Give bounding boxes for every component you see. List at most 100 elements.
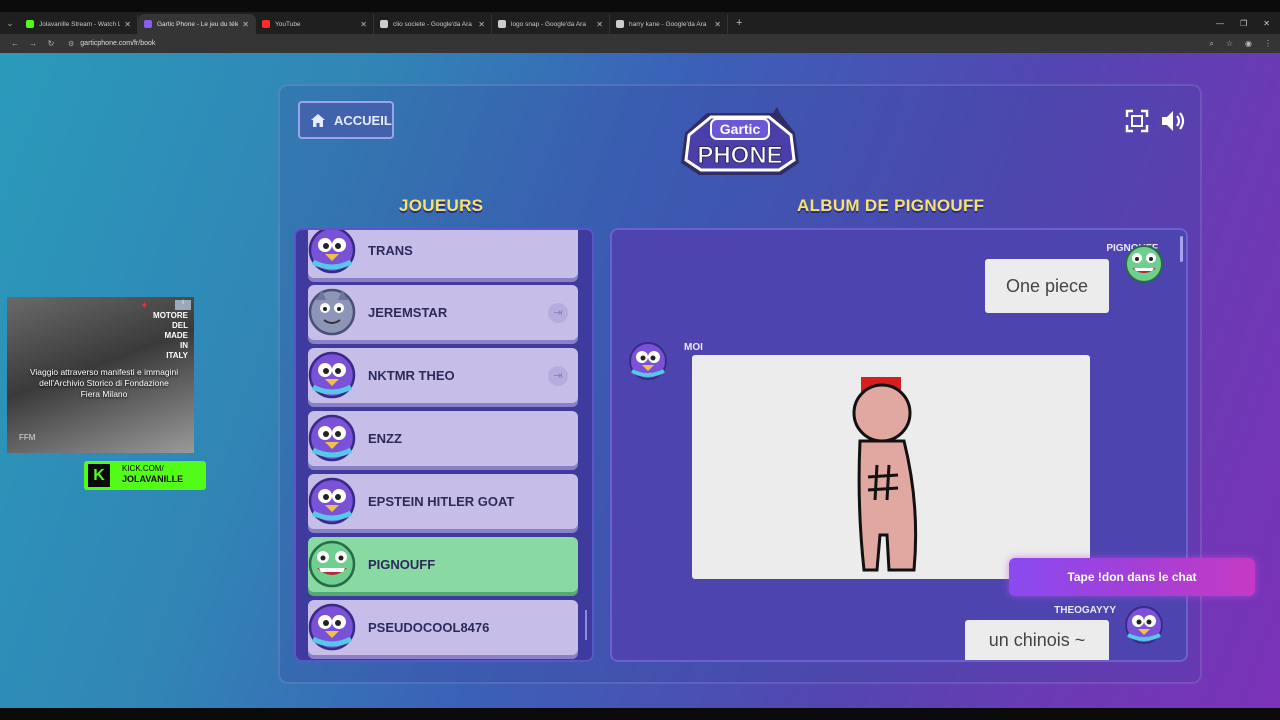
- home-icon: [311, 113, 325, 127]
- player-row[interactable]: ENZZ: [308, 411, 578, 466]
- address-bar: ← → ↻ ⚙ garticphone.com/fr/book ⌕ ☆ ◉ ⋮: [0, 34, 1280, 53]
- avatar-purple-bird-icon: [308, 603, 356, 651]
- kick-player-icon[interactable]: ⇥: [548, 366, 568, 386]
- browser-tab[interactable]: harry kane - Google'da Ara ✕: [610, 14, 728, 34]
- avatar-purple-bird-icon: [308, 230, 356, 274]
- tab-bar: ⌄ Jolavanille Stream - Watch Live✕Gartic…: [0, 12, 1280, 34]
- browser-tab[interactable]: clio societe - Google'da Ara ✕: [374, 14, 492, 34]
- kick-url: KICK.COM/: [122, 464, 164, 473]
- message-author: MOI: [684, 342, 703, 353]
- tab-favicon-icon: [26, 20, 34, 28]
- message-author: THEOGAYYY: [1054, 605, 1116, 616]
- album-feed[interactable]: PIGNOUFF One piece MOI THEOGAYYY un chin…: [610, 228, 1188, 662]
- logo-line2: PHONE: [697, 142, 782, 169]
- players-title: JOUEURS: [399, 196, 484, 215]
- player-name: JEREMSTAR: [368, 305, 448, 320]
- player-row[interactable]: JEREMSTAR ⇥: [308, 285, 578, 340]
- avatar-purple-bird-icon: [629, 342, 667, 380]
- tab-title: harry kane - Google'da Ara: [629, 20, 707, 28]
- close-window-icon[interactable]: ✕: [1263, 19, 1270, 28]
- top-strip: [0, 0, 1280, 12]
- ad-info-icon[interactable]: i: [175, 300, 191, 310]
- ad-text: Viaggio attraverso manifesti e immagini …: [29, 367, 179, 399]
- tab-favicon-icon: [616, 20, 624, 28]
- tab-favicon-icon: [262, 20, 270, 28]
- ad-footer: FFM: [19, 433, 36, 442]
- avatar-purple-bird-icon: [308, 351, 356, 399]
- browser-tab[interactable]: Gartic Phone - Le jeu du télép… ✕: [138, 14, 256, 34]
- new-tab-button[interactable]: +: [736, 17, 742, 29]
- bottom-strip: [0, 708, 1280, 720]
- avatar-green-monster-icon: [308, 540, 356, 588]
- restore-icon[interactable]: ❐: [1240, 19, 1247, 28]
- tab-title: YouTube: [275, 20, 301, 28]
- close-tab-icon[interactable]: ✕: [124, 20, 131, 29]
- avatar-purple-bird-icon: [308, 477, 356, 525]
- avatar-purple-bird-icon: [308, 414, 356, 462]
- stick-figure-drawing: [852, 377, 918, 572]
- player-row[interactable]: PSEUDOCOOL8476: [308, 600, 578, 655]
- player-row[interactable]: TRANS: [308, 230, 578, 278]
- forward-icon[interactable]: →: [24, 39, 42, 48]
- avatar-purple-bird-icon: [1125, 606, 1163, 644]
- kick-channel: JOLAVANILLE: [122, 474, 184, 484]
- close-tab-icon[interactable]: ✕: [596, 20, 603, 29]
- gartic-phone-logo: Gartic PHONE: [677, 103, 803, 179]
- bookmark-star-icon[interactable]: ☆: [1226, 39, 1233, 48]
- browser-tab[interactable]: logo snap - Google'da Ara ✕: [492, 14, 610, 34]
- message-bubble: un chinois ~: [965, 620, 1109, 660]
- game-page: ACCUEIL Gartic PHONE JOUEURS ALBUM DE PI…: [0, 53, 1280, 708]
- reload-icon[interactable]: ↻: [42, 39, 60, 48]
- donation-banner: Tape !don dans le chat: [1009, 558, 1255, 596]
- tab-favicon-icon: [498, 20, 506, 28]
- player-row[interactable]: PIGNOUFF: [308, 537, 578, 592]
- album-scrollbar[interactable]: [1180, 236, 1183, 262]
- tab-title: Gartic Phone - Le jeu du télép…: [157, 20, 238, 28]
- site-info-icon[interactable]: ⚙: [68, 40, 74, 48]
- player-name: EPSTEIN HITLER GOAT: [368, 494, 515, 509]
- tab-title: Jolavanille Stream - Watch Live: [39, 20, 120, 28]
- players-scrollbar[interactable]: [585, 610, 587, 640]
- fullscreen-icon[interactable]: [1124, 108, 1150, 134]
- avatar-grey-wolf-icon: [308, 288, 356, 336]
- video-ad[interactable]: i ✦ MOTORE DEL MADE IN ITALY Viaggio att…: [7, 297, 194, 453]
- player-name: PSEUDOCOOL8476: [368, 620, 490, 635]
- tab-favicon-icon: [144, 20, 152, 28]
- player-name: PIGNOUFF: [368, 557, 436, 572]
- album-title: ALBUM DE PIGNOUFF: [797, 196, 985, 215]
- tab-title: clio societe - Google'da Ara: [393, 20, 472, 28]
- ad-brand: MOTORE DEL MADE IN ITALY: [153, 311, 188, 360]
- drawing-canvas: [692, 355, 1090, 579]
- player-name: NKTMR THEO: [368, 368, 455, 383]
- ad-red-mark: ✦: [141, 301, 148, 310]
- message-bubble: One piece: [985, 259, 1109, 313]
- browser-tab[interactable]: YouTube ✕: [256, 14, 374, 34]
- close-tab-icon[interactable]: ✕: [360, 20, 367, 29]
- minimize-icon[interactable]: —: [1216, 19, 1224, 28]
- kick-player-icon[interactable]: ⇥: [548, 303, 568, 323]
- tab-search-icon[interactable]: ⌄: [0, 12, 20, 34]
- kick-channel-badge: K KICK.COM/ JOLAVANILLE: [84, 461, 206, 490]
- close-tab-icon[interactable]: ✕: [714, 20, 721, 29]
- avatar-green-monster-icon: [1125, 245, 1163, 283]
- tab-favicon-icon: [380, 20, 388, 28]
- home-button[interactable]: ACCUEIL: [298, 101, 394, 139]
- player-name: ENZZ: [368, 431, 402, 446]
- player-row[interactable]: EPSTEIN HITLER GOAT: [308, 474, 578, 529]
- player-name: TRANS: [368, 243, 413, 258]
- close-tab-icon[interactable]: ✕: [242, 20, 249, 29]
- browser-tab[interactable]: Jolavanille Stream - Watch Live ✕: [20, 14, 138, 34]
- tab-title: logo snap - Google'da Ara: [511, 20, 586, 28]
- back-icon[interactable]: ←: [6, 39, 24, 48]
- profile-icon[interactable]: ◉: [1245, 39, 1252, 48]
- player-row[interactable]: NKTMR THEO ⇥: [308, 348, 578, 403]
- players-list[interactable]: TRANS JEREMSTAR ⇥ NKTMR THEO ⇥ ENZZ EPSTEIN HI…: [294, 228, 594, 662]
- menu-icon[interactable]: ⋮: [1264, 39, 1272, 48]
- volume-icon[interactable]: [1160, 108, 1186, 134]
- window-controls: — ❐ ✕: [1216, 12, 1270, 34]
- url-field[interactable]: garticphone.com/fr/book: [80, 40, 155, 47]
- home-label: ACCUEIL: [334, 112, 392, 128]
- logo-line1: Gartic: [720, 121, 761, 137]
- zoom-icon[interactable]: ⌕: [1209, 39, 1213, 49]
- close-tab-icon[interactable]: ✕: [478, 20, 485, 29]
